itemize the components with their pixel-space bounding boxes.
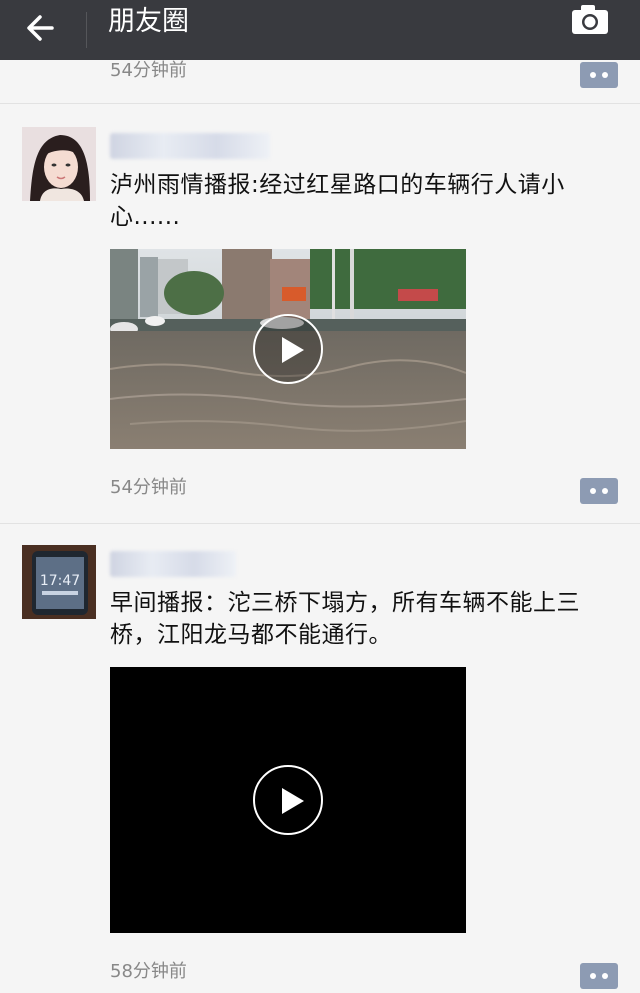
post-text: 早间播报：沱三桥下塌方，所有车辆不能上三桥，江阳龙马都不能通行。 [110,590,580,648]
username-blurred[interactable] [110,551,236,577]
video-thumbnail[interactable] [110,667,466,933]
timestamp: 54分钟前 [110,60,187,81]
comment-dot [602,488,608,494]
comment-dot [590,973,596,979]
comment-dot [602,72,608,78]
comment-button[interactable] [580,62,618,88]
play-icon[interactable] [253,765,323,835]
post-text: 泸州雨情播报:经过红星路口的车辆行人请小心...... [110,172,565,230]
partial-post: 54分钟前 [0,60,640,104]
timestamp: 58分钟前 [110,961,187,982]
comment-dot [602,973,608,979]
avatar-image [22,127,96,201]
play-triangle [282,788,304,814]
feed-post: 17:47 早间播报：沱三桥下塌方，所有车辆不能上三桥，江阳龙马都不能通行。 5… [0,525,640,993]
avatar-image: 17:47 [22,545,96,619]
page-title: 朋友圈 [108,6,189,37]
back-button[interactable] [22,6,66,50]
comment-button[interactable] [580,963,618,989]
clock-glyph: 17:47 [40,573,80,589]
comment-dot [590,488,596,494]
avatar[interactable] [22,127,96,201]
username-blurred[interactable] [110,133,270,159]
top-bar: 朋友圈 [0,0,640,60]
comment-button[interactable] [580,478,618,504]
topbar-divider [86,12,87,48]
camera-icon [572,5,608,34]
arrow-left-icon [27,15,54,41]
comment-dot [590,72,596,78]
feed-post: 泸州雨情播报:经过红星路口的车辆行人请小心...... 54分钟前 [0,105,640,524]
video-thumbnail[interactable] [110,249,466,449]
avatar[interactable]: 17:47 [22,545,96,619]
camera-button[interactable] [566,0,614,40]
play-triangle [282,337,304,363]
play-icon[interactable] [253,314,323,384]
timestamp: 54分钟前 [110,477,187,498]
